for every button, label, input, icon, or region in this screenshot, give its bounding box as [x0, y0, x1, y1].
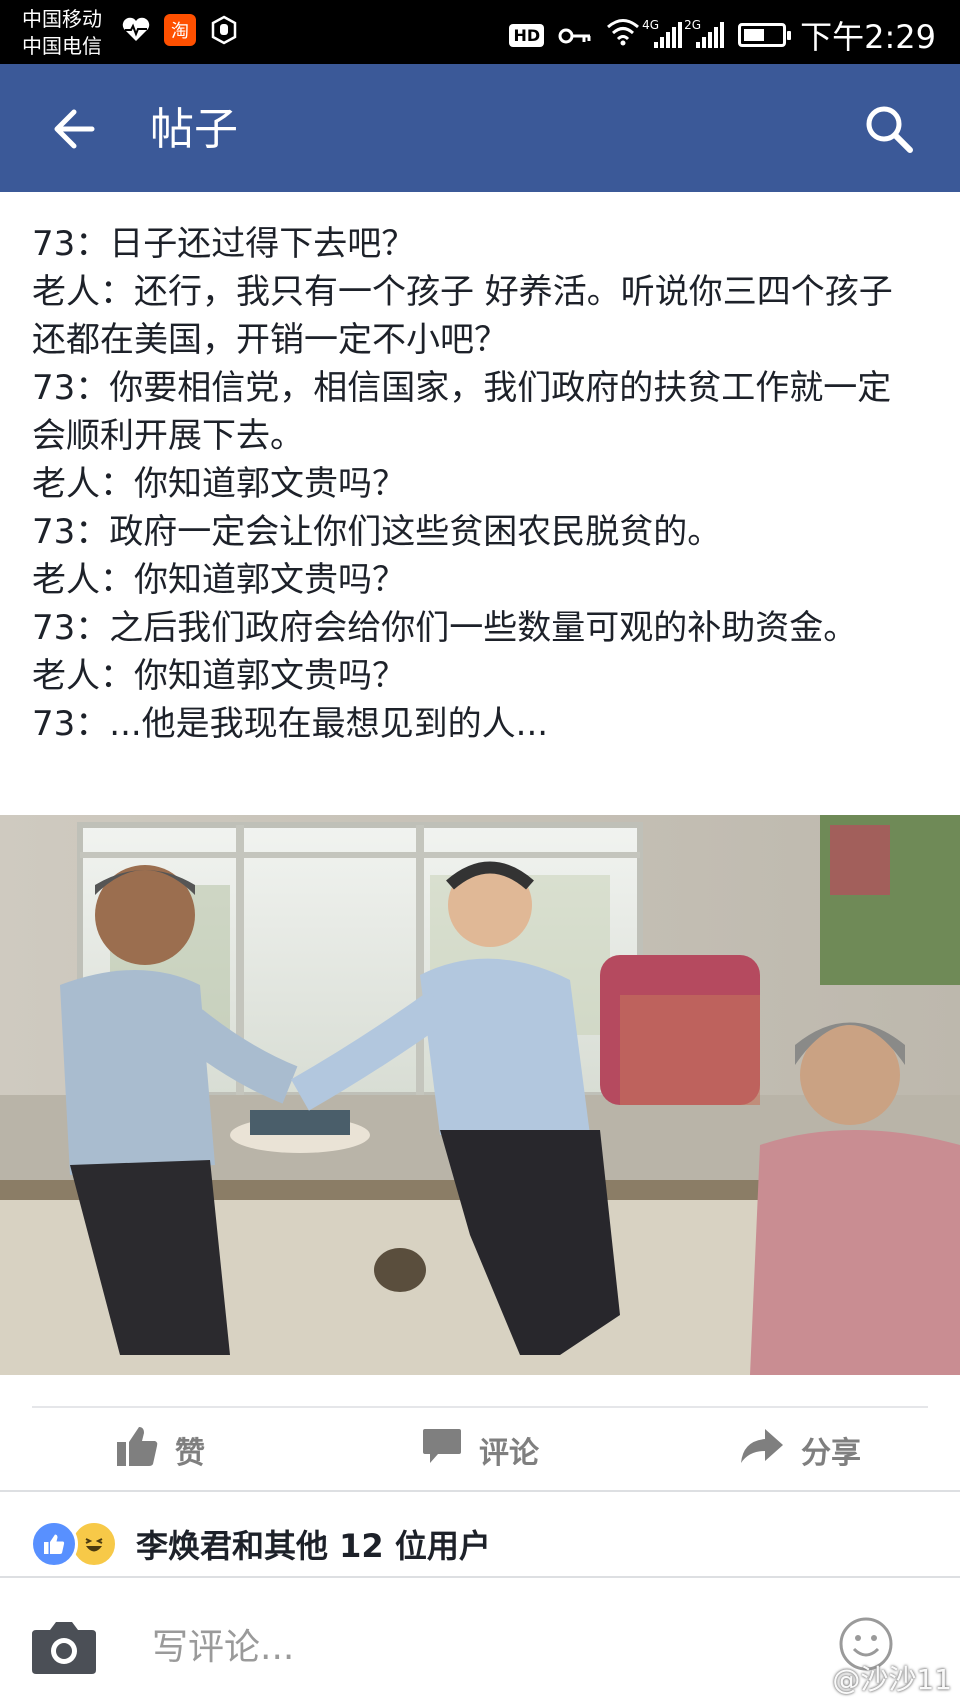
notification-icons: 淘	[120, 14, 240, 46]
status-bar: 中国移动 中国电信 淘 HD 4G 2G 下午2:29	[0, 0, 960, 64]
reactions-summary[interactable]: 李焕君和其他 12 位用户	[30, 1520, 491, 1568]
like-label: 赞	[175, 1436, 205, 1471]
key-icon	[558, 16, 592, 54]
post-photo[interactable]	[0, 815, 960, 1375]
share-label: 分享	[801, 1436, 861, 1471]
watermark-text: @沙沙11	[832, 1663, 952, 1696]
taobao-icon: 淘	[164, 14, 196, 46]
post-line: 73：日子还过得下去吧？	[32, 224, 416, 264]
share-arrow-icon	[739, 1427, 785, 1473]
carrier-names: 中国移动 中国电信	[22, 6, 102, 60]
carrier-2: 中国电信	[22, 34, 102, 58]
comment-button[interactable]: 评论	[320, 1408, 640, 1492]
wifi-icon	[606, 16, 640, 54]
back-arrow-icon[interactable]	[48, 102, 102, 156]
signal-2g-icon: 2G	[684, 18, 725, 48]
divider	[0, 1490, 960, 1492]
comment-bubble-icon	[421, 1426, 463, 1474]
carrier-1: 中国移动	[22, 7, 102, 31]
weibo-logo-icon	[796, 1662, 826, 1695]
post-actions: 赞 评论 分享	[0, 1408, 960, 1492]
like-reaction-icon	[30, 1520, 78, 1568]
post-line: 73：政府一定会让你们这些贫困农民脱贫的。	[32, 512, 722, 552]
reactions-text: 李焕君和其他 12 位用户	[136, 1527, 491, 1565]
post-line: 老人：你知道郭文贵吗？	[32, 464, 406, 504]
post-line: 老人：你知道郭文贵吗？	[32, 560, 406, 600]
clock: 下午2:29	[800, 18, 936, 56]
thumbs-up-icon	[115, 1424, 159, 1476]
comment-label: 评论	[479, 1436, 539, 1471]
page-title: 帖子	[150, 104, 238, 155]
app-bar: 帖子	[0, 64, 960, 192]
heart-rate-icon	[120, 14, 152, 46]
battery-icon	[738, 23, 792, 47]
signal-4g-icon: 4G	[642, 18, 683, 48]
hd-icon: HD	[509, 23, 545, 47]
post-line: 73：你要相信党，相信国家，我们政府的扶贫工作就一定会顺利开展下去。	[32, 368, 892, 456]
search-icon[interactable]	[862, 102, 916, 156]
post-line: 73：之后我们政府会给你们一些数量可观的补助资金。	[32, 608, 858, 648]
post-line: 老人：你知道郭文贵吗？	[32, 656, 406, 696]
post-line: 老人：还行，我只有一个孩子 好养活。听说你三四个孩子还都在美国，开销一定不小吧？	[32, 272, 893, 360]
post-line: 73：...他是我现在最想见到的人...	[32, 704, 549, 744]
comment-input[interactable]	[150, 1608, 794, 1686]
weibo-watermark: @沙沙11	[796, 1658, 952, 1698]
share-button[interactable]: 分享	[640, 1408, 960, 1492]
like-button[interactable]: 赞	[0, 1408, 320, 1492]
camera-icon[interactable]	[30, 1618, 98, 1676]
system-status: HD 4G 2G 下午2:29	[509, 12, 936, 58]
post-body: 73：日子还过得下去吧？ 老人：还行，我只有一个孩子 好养活。听说你三四个孩子还…	[32, 220, 912, 748]
hand-icon	[208, 14, 240, 46]
comment-bar: @沙沙11	[0, 1578, 960, 1706]
